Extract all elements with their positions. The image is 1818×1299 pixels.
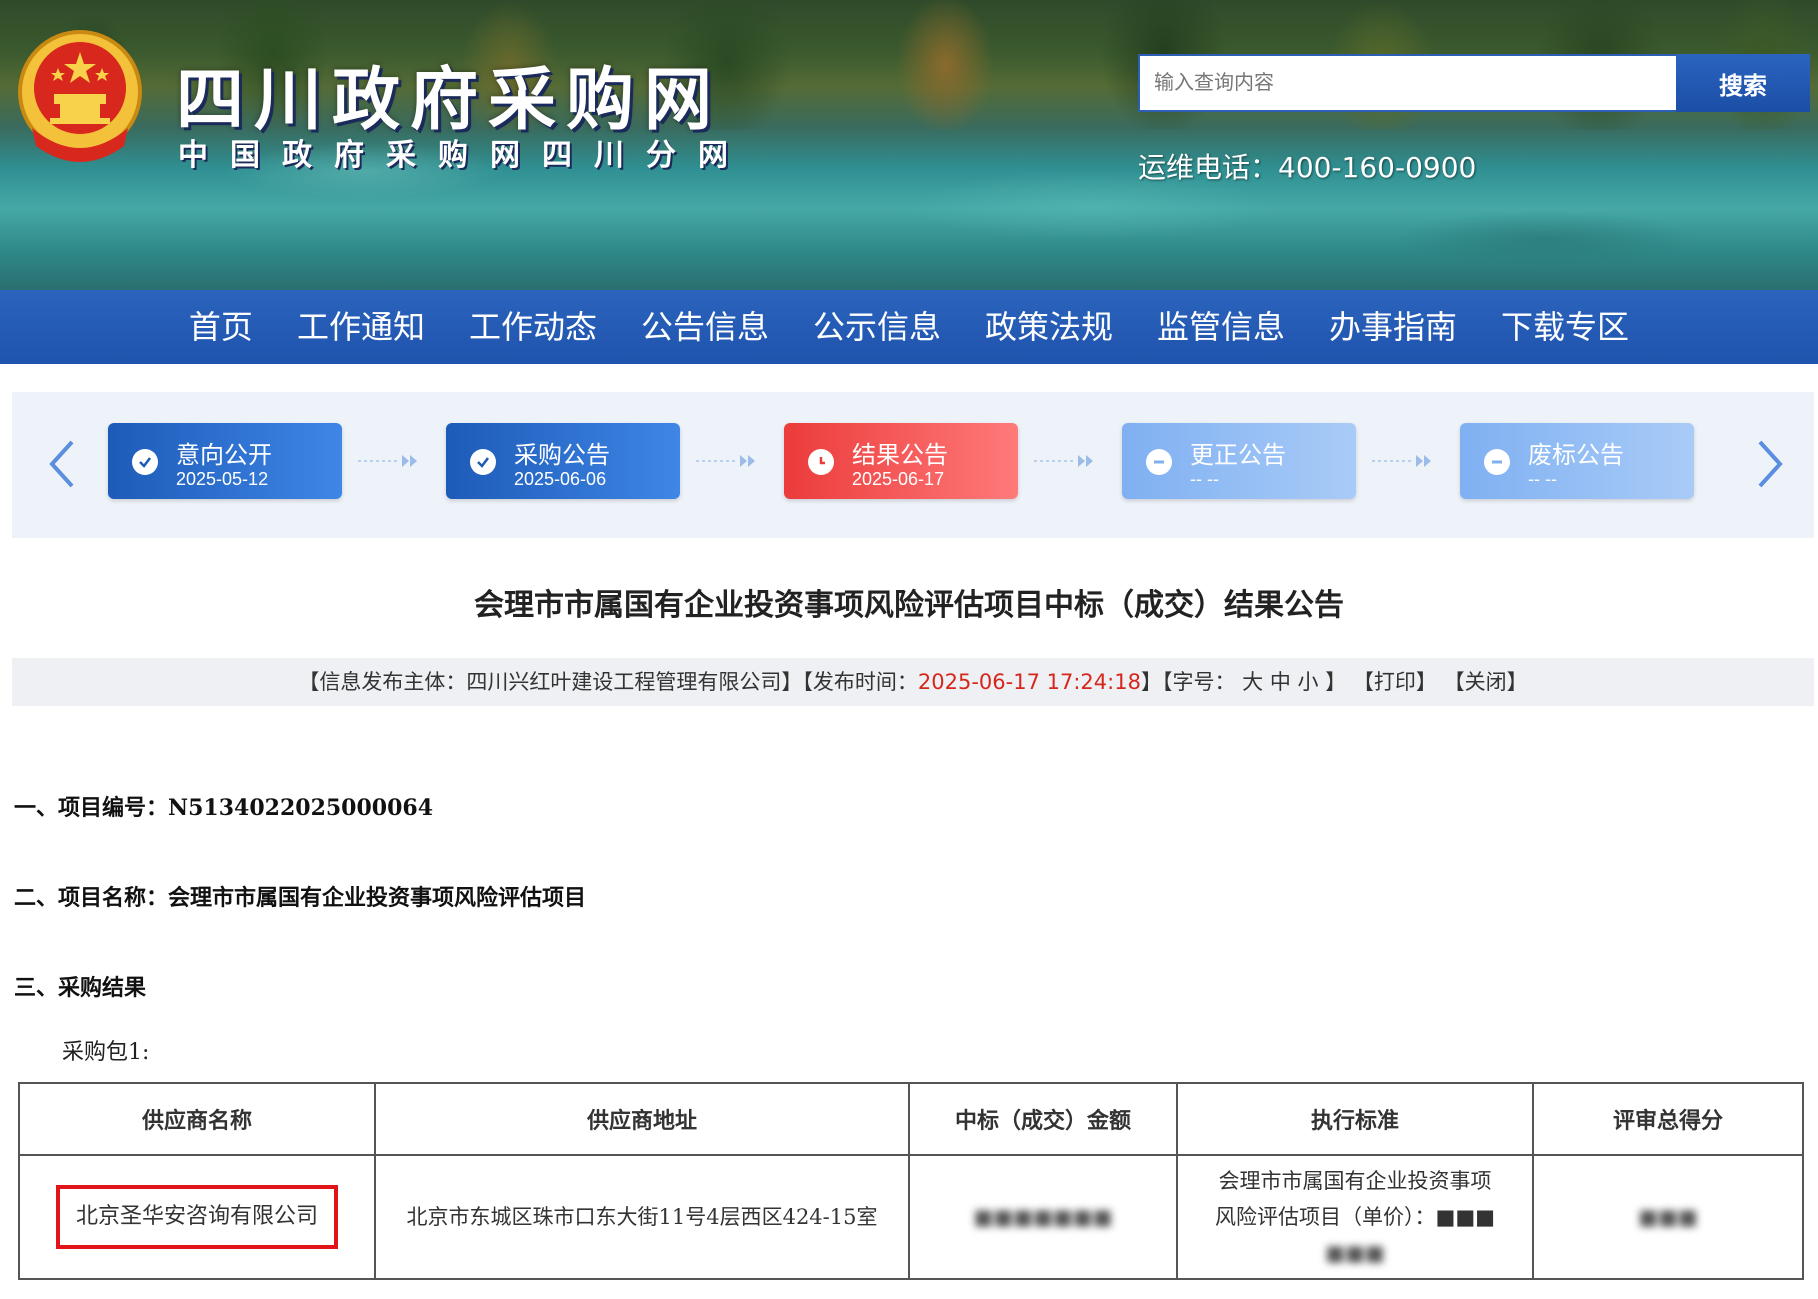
supplier-name-highlighted: 北京圣华安咨询有限公司: [55, 1185, 338, 1249]
timeline-step-date: 2025-05-12: [176, 469, 269, 489]
nav-item-downloads[interactable]: 下载专区: [1479, 290, 1651, 364]
close-button[interactable]: 【关闭】: [1444, 670, 1528, 694]
font-size-small-button[interactable]: 小: [1298, 670, 1319, 694]
chevron-right-icon[interactable]: [1750, 436, 1790, 492]
article-title: 会理市市属国有企业投资事项风险评估项目中标（成交）结果公告: [474, 588, 1344, 623]
package-label: 采购包1:: [62, 1040, 150, 1065]
check-icon: [132, 449, 158, 475]
result-table: 供应商名称 供应商地址 中标（成交）金额 执行标准 评审总得分 北京圣华安咨询有…: [18, 1082, 1804, 1280]
process-timeline: 意向公开 2025-05-12 采购公告 2025-06-06 结果公告 202…: [12, 392, 1814, 538]
table-header-score: 评审总得分: [1532, 1082, 1804, 1156]
hotline-text: 运维电话：400-160-0900: [1138, 151, 1477, 184]
double-arrow-icon: [694, 454, 764, 468]
timeline-step-intention[interactable]: 意向公开 2025-05-12: [108, 423, 342, 499]
table-header-row: 供应商名称 供应商地址 中标（成交）金额 执行标准 评审总得分: [18, 1082, 1804, 1156]
meta-time-suffix: 】: [1140, 670, 1162, 694]
minus-icon: [1484, 449, 1510, 475]
nav-item-supervision[interactable]: 监管信息: [1135, 290, 1307, 364]
meta-publish-time: 2025-06-17 17:24:18: [917, 670, 1141, 694]
standard-line-2: 风险评估项目（单价）：■■■: [1214, 1205, 1496, 1229]
timeline-step-date: -- --: [1190, 469, 1219, 489]
meta-publisher-prefix: 【信息发布主体：: [298, 670, 467, 694]
cell-score: ■■■: [1532, 1154, 1804, 1280]
nav-item-public-notice[interactable]: 公示信息: [791, 290, 963, 364]
site-subtitle: 中国政府采购网四川分网: [178, 138, 750, 173]
timeline-step-date: -- --: [1528, 469, 1557, 489]
timeline-step-label: 更正公告: [1190, 441, 1286, 469]
nav-item-work-news[interactable]: 工作动态: [447, 290, 619, 364]
chevron-left-icon[interactable]: [42, 436, 82, 492]
nav-item-announcements[interactable]: 公告信息: [619, 290, 791, 364]
score-redacted: ■■■: [1638, 1205, 1698, 1229]
section-project-number: 一、项目编号：N5134022025000064: [14, 795, 434, 821]
timeline-step-label: 意向公开: [176, 441, 272, 469]
cell-address: 北京市东城区珠市口东大街11号4层西区424-15室: [374, 1154, 910, 1280]
meta-time-prefix: 【发布时间：: [802, 670, 918, 694]
print-button[interactable]: 【打印】: [1353, 670, 1437, 694]
cell-amount: ■■■■■■■: [908, 1154, 1178, 1280]
site-title: 四川政府采购网: [176, 61, 723, 140]
timeline-step-label: 结果公告: [852, 441, 948, 469]
article-meta-bar: 【信息发布主体：四川兴红叶建设工程管理有限公司】【发布时间：2025-06-17…: [12, 658, 1814, 706]
national-emblem-icon: [18, 30, 142, 162]
header-banner: 四川政府采购网 中国政府采购网四川分网 搜索 运维电话：400-160-0900: [0, 0, 1818, 290]
section-project-name: 二、项目名称：会理市市属国有企业投资事项风险评估项目: [14, 885, 587, 911]
timeline-step-label: 采购公告: [514, 441, 610, 469]
timeline-step-cancellation[interactable]: 废标公告 -- --: [1460, 423, 1694, 499]
search-button[interactable]: 搜索: [1676, 54, 1810, 112]
section-procurement-result: 三、采购结果: [14, 975, 147, 1001]
nav-item-guide[interactable]: 办事指南: [1307, 290, 1479, 364]
timeline-step-result[interactable]: 结果公告 2025-06-17: [784, 423, 1018, 499]
nav-item-work-notice[interactable]: 工作通知: [275, 290, 447, 364]
timeline-step-date: 2025-06-17: [852, 469, 945, 489]
double-arrow-icon: [356, 454, 426, 468]
table-header-standard: 执行标准: [1176, 1082, 1534, 1156]
timeline-step-procurement[interactable]: 采购公告 2025-06-06: [446, 423, 680, 499]
meta-font-suffix: 】: [1325, 670, 1347, 694]
table-header-amount: 中标（成交）金额: [908, 1082, 1178, 1156]
search-input[interactable]: [1138, 54, 1678, 112]
cell-standard: 会理市市属国有企业投资事项 风险评估项目（单价）：■■■ ■■■: [1176, 1154, 1534, 1280]
minus-icon: [1146, 449, 1172, 475]
table-header-address: 供应商地址: [374, 1082, 910, 1156]
standard-line-3-redacted: ■■■: [1325, 1241, 1385, 1265]
amount-redacted: ■■■■■■■: [973, 1205, 1113, 1229]
nav-item-policies[interactable]: 政策法规: [963, 290, 1135, 364]
main-nav: 首页 工作通知 工作动态 公告信息 公示信息 政策法规 监管信息 办事指南 下载…: [0, 290, 1818, 364]
font-size-medium-button[interactable]: 中: [1270, 670, 1291, 694]
meta-font-prefix: 【字号：: [1161, 670, 1236, 694]
check-icon: [470, 449, 496, 475]
standard-line-1: 会理市市属国有企业投资事项: [1218, 1169, 1492, 1193]
font-size-large-button[interactable]: 大: [1242, 670, 1263, 694]
timeline-step-label: 废标公告: [1528, 441, 1624, 469]
table-row: 北京圣华安咨询有限公司 北京市东城区珠市口东大街11号4层西区424-15室 ■…: [18, 1154, 1804, 1280]
timeline-step-date: 2025-06-06: [514, 469, 607, 489]
nav-item-home[interactable]: 首页: [167, 290, 275, 364]
clock-icon: [808, 449, 834, 475]
timeline-step-correction[interactable]: 更正公告 -- --: [1122, 423, 1356, 499]
meta-publisher: 四川兴红叶建设工程管理有限公司: [466, 670, 782, 694]
double-arrow-icon: [1370, 454, 1440, 468]
double-arrow-icon: [1032, 454, 1102, 468]
meta-publisher-suffix: 】: [781, 670, 803, 694]
cell-supplier: 北京圣华安咨询有限公司: [18, 1154, 376, 1280]
table-header-supplier: 供应商名称: [18, 1082, 376, 1156]
